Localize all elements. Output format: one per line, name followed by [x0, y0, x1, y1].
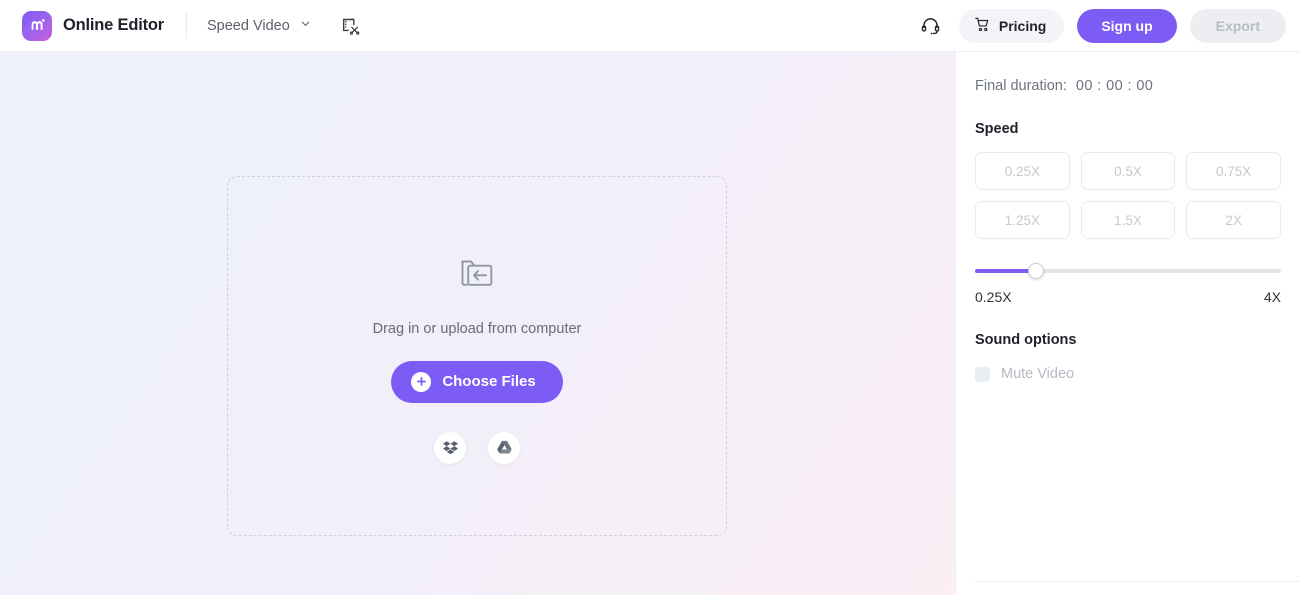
dropbox-icon[interactable]: [434, 431, 466, 464]
slider-min-label: 0.25X: [975, 289, 1012, 305]
choose-files-label: Choose Files: [442, 373, 536, 390]
pricing-button[interactable]: Pricing: [958, 8, 1065, 43]
speed-preset-05x[interactable]: 0.5X: [1080, 152, 1176, 190]
workspace: Drag in or upload from computer Choose F…: [0, 52, 1300, 595]
slider-range-labels: 0.25X 4X: [975, 289, 1281, 305]
upload-dropzone[interactable]: Drag in or upload from computer Choose F…: [227, 176, 727, 536]
choose-files-button[interactable]: Choose Files: [391, 360, 563, 403]
speed-preset-075x[interactable]: 0.75X: [1186, 152, 1281, 190]
mute-video-checkbox[interactable]: [975, 366, 990, 382]
plus-circle-icon: [411, 371, 432, 392]
panel-content: Final duration: 00 : 00 : 00 Speed 0.25X…: [956, 78, 1300, 382]
google-drive-icon[interactable]: [488, 431, 520, 464]
speed-preset-grid: 0.25X 0.5X 0.75X 1.25X 1.5X 2X: [975, 152, 1281, 239]
slider-fill: [975, 269, 1037, 273]
speed-settings-panel: Final duration: 00 : 00 : 00 Speed 0.25X…: [956, 52, 1300, 595]
top-toolbar: Online Editor Speed Video Pricing Sign u…: [0, 0, 1300, 52]
speed-preset-15x[interactable]: 1.5X: [1080, 201, 1176, 239]
final-duration-value: 00 : 00 : 00: [1075, 78, 1154, 94]
final-duration-label: Final duration:: [975, 78, 1067, 94]
export-label: Export: [1215, 17, 1260, 34]
panel-bottom-divider: [975, 581, 1300, 582]
signup-button[interactable]: Sign up: [1077, 8, 1177, 43]
headset-support-icon[interactable]: [916, 11, 946, 41]
cloud-sources: [434, 431, 520, 464]
brand-name: Online Editor: [63, 16, 164, 34]
speed-section-title: Speed: [975, 121, 1019, 137]
final-duration-row: Final duration: 00 : 00 : 00: [975, 78, 1281, 94]
toolbar-divider: [185, 12, 187, 39]
speed-preset-025x[interactable]: 0.25X: [975, 152, 1070, 190]
app-root: Online Editor Speed Video Pricing Sign u…: [0, 0, 1300, 595]
sound-section-title: Sound options: [975, 332, 1077, 348]
export-button[interactable]: Export: [1189, 8, 1286, 43]
mute-video-label: Mute Video: [1001, 366, 1075, 382]
speed-preset-2x[interactable]: 2X: [1186, 201, 1281, 239]
project-dropdown[interactable]: Speed Video: [205, 13, 314, 39]
project-name: Speed Video: [206, 17, 290, 34]
chevron-down-icon: [299, 17, 312, 35]
mute-video-row[interactable]: Mute Video: [975, 366, 1281, 382]
shopping-cart-icon: [974, 16, 991, 36]
speed-slider[interactable]: [975, 263, 1281, 279]
video-cut-icon[interactable]: [336, 11, 366, 41]
editor-canvas: Drag in or upload from computer Choose F…: [0, 52, 956, 595]
signup-label: Sign up: [1101, 17, 1153, 34]
folder-import-icon: [453, 249, 501, 297]
speed-preset-125x[interactable]: 1.25X: [975, 201, 1070, 239]
slider-max-label: 4X: [1263, 289, 1281, 305]
pricing-label: Pricing: [998, 17, 1047, 34]
slider-handle[interactable]: [1028, 263, 1045, 279]
app-logo-m-icon: [22, 10, 52, 41]
toolbar-actions: Pricing Sign up Export: [916, 8, 1286, 43]
dropzone-hint: Drag in or upload from computer: [372, 320, 582, 337]
brand[interactable]: Online Editor: [22, 10, 164, 41]
